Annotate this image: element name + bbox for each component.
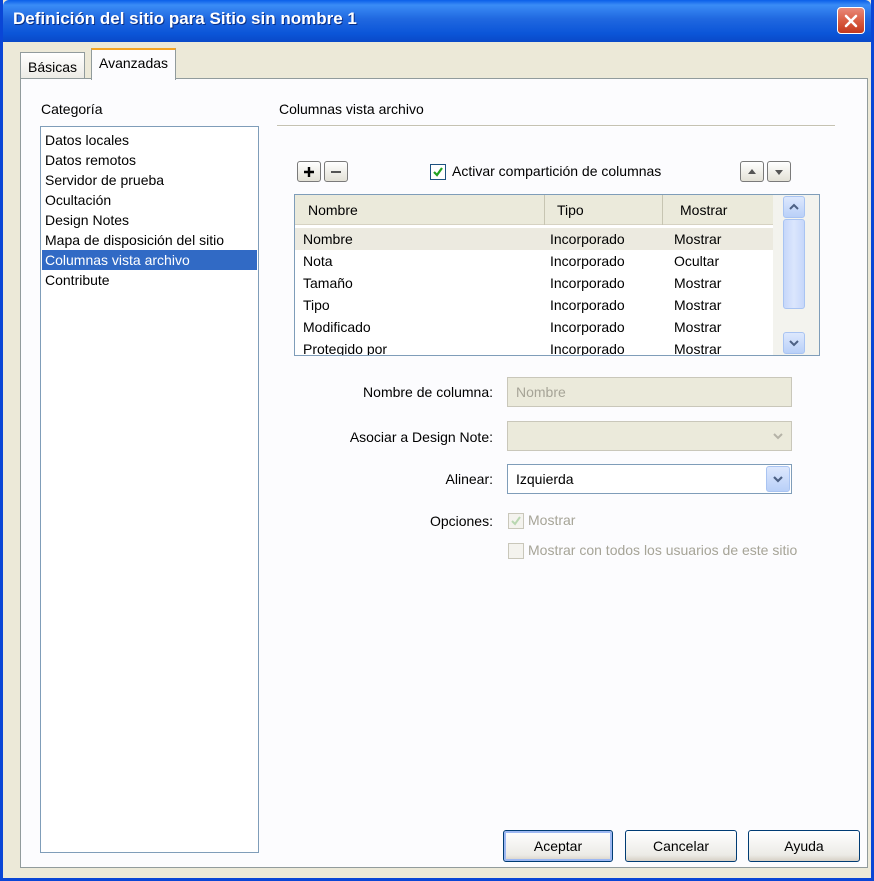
design-note-dropdown-button[interactable] — [766, 423, 790, 449]
column-sharing-checkbox[interactable] — [430, 164, 446, 180]
show-all-users-label[interactable]: Mostrar con todos los usuarios de este s… — [528, 542, 797, 558]
category-item-ocultacion[interactable]: Ocultación — [42, 190, 257, 210]
column-sharing-label[interactable]: Activar compartición de columnas — [452, 163, 661, 179]
column-header-nombre[interactable]: Nombre — [295, 195, 545, 225]
move-up-button[interactable] — [740, 161, 764, 182]
dialog-window: Definición del sitio para Sitio sin nomb… — [0, 0, 874, 881]
section-title: Columnas vista archivo — [279, 101, 424, 117]
cell-nombre: Modificado — [303, 319, 371, 335]
plus-icon — [304, 166, 314, 177]
arrow-up-icon — [748, 168, 756, 174]
table-row[interactable]: Nota Incorporado Ocultar — [295, 250, 773, 272]
scroll-down-button[interactable] — [783, 332, 805, 354]
add-column-button[interactable] — [297, 161, 321, 182]
options-label: Opciones: — [429, 513, 493, 529]
close-button[interactable] — [837, 7, 865, 34]
checkmark-icon — [511, 516, 521, 526]
cell-nombre: Protegido por — [303, 341, 388, 356]
column-name-label: Nombre de columna: — [363, 384, 493, 400]
category-item-servidor-de-prueba[interactable]: Servidor de prueba — [42, 170, 257, 190]
chevron-down-icon — [773, 433, 783, 440]
arrow-down-icon — [775, 169, 783, 175]
close-icon — [844, 14, 858, 27]
scroll-up-button[interactable] — [783, 196, 805, 218]
table-scrollbar[interactable] — [773, 195, 819, 355]
design-note-select[interactable] — [507, 421, 792, 451]
table-row[interactable]: Tipo Incorporado Mostrar — [295, 294, 773, 316]
columns-table[interactable]: Nombre Tipo Mostrar Nombre Incorporado M… — [294, 194, 820, 356]
cell-nombre: Tamaño — [303, 275, 353, 291]
cell-tipo: Incorporado — [550, 341, 625, 356]
cell-tipo: Incorporado — [550, 253, 625, 269]
checkmark-icon — [433, 167, 443, 177]
align-value: Izquierda — [516, 471, 574, 487]
chevron-down-icon — [789, 340, 799, 347]
category-list[interactable]: Datos locales Datos remotos Servidor de … — [40, 126, 259, 853]
table-header: Nombre Tipo Mostrar — [295, 195, 773, 225]
cancel-button[interactable]: Cancelar — [625, 830, 737, 862]
table-row[interactable]: Modificado Incorporado Mostrar — [295, 316, 773, 338]
advanced-tab-panel: Categoría Datos locales Datos remotos Se… — [20, 78, 868, 868]
category-item-mapa-disposicion[interactable]: Mapa de disposición del sitio — [42, 230, 257, 250]
chevron-down-icon — [773, 476, 783, 483]
cell-nombre: Tipo — [303, 297, 330, 313]
cell-mostrar: Mostrar — [674, 341, 722, 356]
cell-mostrar: Mostrar — [674, 231, 722, 247]
table-row[interactable]: Nombre Incorporado Mostrar — [295, 228, 773, 250]
column-header-tipo[interactable]: Tipo — [545, 195, 663, 225]
align-label: Alinear: — [445, 471, 493, 487]
table-row[interactable]: Tamaño Incorporado Mostrar — [295, 272, 773, 294]
cell-mostrar: Ocultar — [674, 253, 720, 269]
design-note-label: Asociar a Design Note: — [349, 429, 493, 445]
align-select[interactable]: Izquierda — [507, 464, 792, 494]
category-item-contribute[interactable]: Contribute — [42, 270, 257, 290]
show-label[interactable]: Mostrar — [528, 512, 575, 528]
remove-column-button[interactable] — [324, 161, 348, 182]
cell-tipo: Incorporado — [550, 297, 625, 313]
cell-tipo: Incorporado — [550, 275, 625, 291]
title-bar[interactable]: Definición del sitio para Sitio sin nomb… — [3, 0, 871, 42]
chevron-up-icon — [789, 203, 799, 210]
move-down-button[interactable] — [767, 161, 791, 182]
column-header-mostrar[interactable]: Mostrar — [663, 195, 773, 225]
cell-nombre: Nombre — [303, 231, 353, 247]
category-item-datos-remotos[interactable]: Datos remotos — [42, 150, 257, 170]
table-row[interactable]: Protegido por Incorporado Mostrar — [295, 338, 773, 356]
cell-mostrar: Mostrar — [674, 275, 722, 291]
align-dropdown-button[interactable] — [766, 466, 790, 492]
category-label: Categoría — [41, 101, 103, 117]
cell-tipo: Incorporado — [550, 231, 625, 247]
category-item-design-notes[interactable]: Design Notes — [42, 210, 257, 230]
cell-mostrar: Mostrar — [674, 319, 722, 335]
window-title: Definición del sitio para Sitio sin nomb… — [13, 9, 357, 28]
tab-basicas[interactable]: Básicas — [20, 52, 86, 78]
show-all-users-checkbox[interactable] — [508, 543, 524, 559]
column-name-input[interactable]: Nombre — [507, 377, 792, 407]
minus-icon — [331, 170, 341, 173]
category-item-datos-locales[interactable]: Datos locales — [42, 130, 257, 150]
scroll-thumb[interactable] — [783, 219, 805, 309]
cell-mostrar: Mostrar — [674, 297, 722, 313]
tab-avanzadas[interactable]: Avanzadas — [91, 48, 177, 80]
accept-button[interactable]: Aceptar — [503, 830, 613, 862]
category-item-columnas-vista-archivo[interactable]: Columnas vista archivo — [42, 250, 257, 270]
section-divider — [277, 125, 835, 127]
cell-nombre: Nota — [303, 253, 333, 269]
show-checkbox[interactable] — [508, 513, 524, 529]
cell-tipo: Incorporado — [550, 319, 625, 335]
help-button[interactable]: Ayuda — [748, 830, 860, 862]
